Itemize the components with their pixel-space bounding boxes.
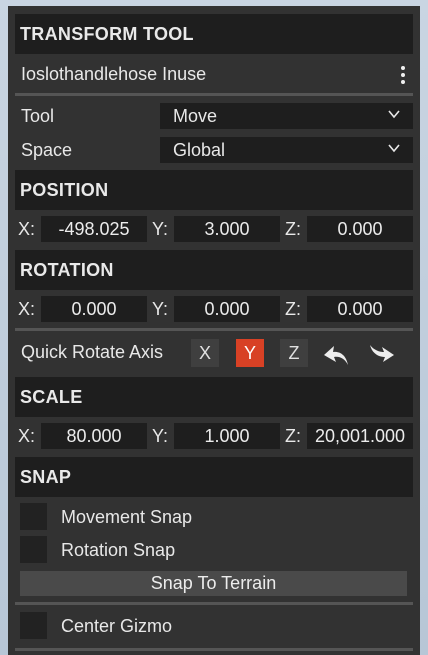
rotation-snap-label: Rotation Snap: [61, 540, 176, 560]
scale-y-label: Y:: [152, 426, 169, 446]
scale-x-field[interactable]: 80.000: [41, 423, 147, 449]
center-gizmo-label: Center Gizmo: [61, 616, 173, 636]
rotation-snap-checkbox[interactable]: [20, 536, 47, 563]
divider: [15, 328, 413, 331]
quick-rotate-z-button[interactable]: Z: [280, 339, 308, 367]
position-y-field[interactable]: 3.000: [174, 216, 280, 242]
rotation-y-label: Y:: [152, 299, 169, 319]
divider: [15, 93, 413, 96]
more-options-icon[interactable]: [400, 66, 406, 86]
rotation-header: ROTATION: [15, 250, 413, 290]
space-select-value: Global: [173, 140, 226, 160]
movement-snap-checkbox[interactable]: [20, 503, 47, 530]
movement-snap-label: Movement Snap: [61, 507, 193, 527]
chevron-down-icon: [388, 110, 400, 119]
rotation-y-field[interactable]: 0.000: [174, 296, 280, 322]
scale-x-label: X:: [18, 426, 36, 446]
scale-z-label: Z:: [285, 426, 301, 446]
position-z-label: Z:: [285, 219, 301, 239]
position-y-label: Y:: [152, 219, 169, 239]
space-label: Space: [21, 140, 73, 160]
rotation-x-label: X:: [18, 299, 36, 319]
tool-select-value: Move: [173, 106, 218, 126]
quick-rotate-label: Quick Rotate Axis: [21, 342, 164, 362]
snap-header: SNAP: [15, 457, 413, 497]
rotation-x-field[interactable]: 0.000: [41, 296, 147, 322]
transform-tool-panel: TRANSFORM TOOL Ioslothandlehose Inuse To…: [8, 6, 420, 655]
position-x-field[interactable]: -498.025: [41, 216, 147, 242]
quick-rotate-y-button[interactable]: Y: [236, 339, 264, 367]
rotate-clockwise-icon[interactable]: [366, 341, 396, 369]
divider: [15, 648, 413, 651]
snap-to-terrain-button[interactable]: Snap To Terrain: [20, 571, 407, 596]
object-name: Ioslothandlehose Inuse: [21, 64, 207, 84]
position-x-label: X:: [18, 219, 36, 239]
tool-label: Tool: [21, 106, 55, 126]
rotate-counterclockwise-icon[interactable]: [322, 341, 352, 369]
scale-z-field[interactable]: 20,001.000: [307, 423, 413, 449]
position-z-field[interactable]: 0.000: [307, 216, 413, 242]
rotation-z-label: Z:: [285, 299, 301, 319]
panel-title: TRANSFORM TOOL: [15, 14, 413, 54]
space-select[interactable]: Global: [160, 137, 413, 163]
scale-header: SCALE: [15, 377, 413, 417]
quick-rotate-x-button[interactable]: X: [191, 339, 219, 367]
divider: [15, 602, 413, 605]
position-header: POSITION: [15, 170, 413, 210]
chevron-down-icon: [388, 144, 400, 153]
scale-y-field[interactable]: 1.000: [174, 423, 280, 449]
center-gizmo-checkbox[interactable]: [20, 612, 47, 639]
rotation-z-field[interactable]: 0.000: [307, 296, 413, 322]
tool-select[interactable]: Move: [160, 103, 413, 129]
